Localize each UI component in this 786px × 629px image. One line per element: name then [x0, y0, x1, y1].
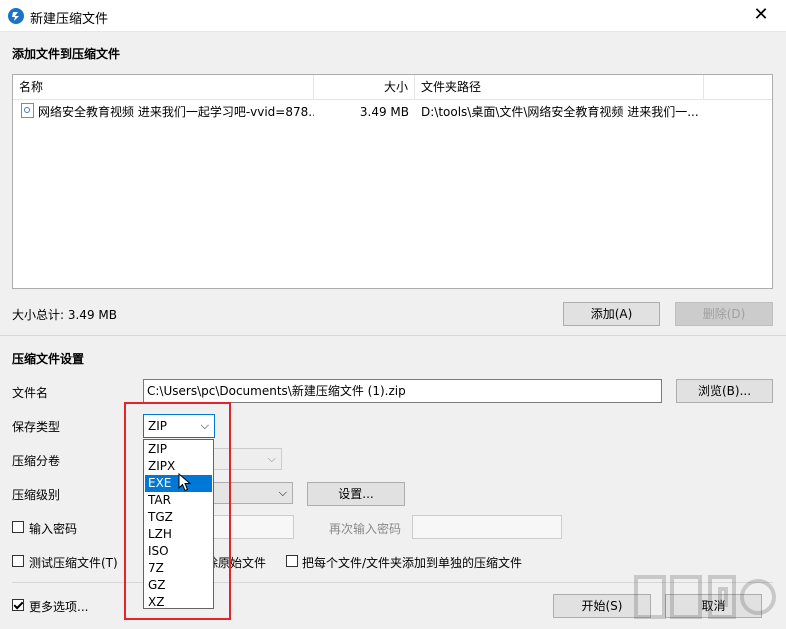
add-files-section-title: 添加文件到压缩文件 [12, 47, 121, 61]
table-row[interactable]: 网络安全教育视频 进来我们一起学习吧-vvid=878... 3.49 MB D… [13, 101, 772, 123]
watermark-logo-icon [634, 575, 776, 619]
column-header-path[interactable]: 文件夹路径 [415, 75, 704, 99]
filename-input[interactable]: C:\Users\pc\Documents\新建压缩文件 (1).zip [143, 379, 662, 403]
settings-section-title: 压缩文件设置 [12, 352, 85, 366]
mouse-cursor-icon [178, 473, 192, 492]
each-separate-label: 把每个文件/文件夹添加到单独的压缩文件 [302, 556, 523, 570]
delete-button[interactable]: 删除(D) [675, 302, 773, 326]
level-settings-button[interactable]: 设置... [307, 482, 405, 506]
total-size-label: 大小总计: 3.49 MB [12, 308, 117, 322]
app-logo-icon [8, 8, 24, 24]
password-label: 输入密码 [29, 522, 78, 536]
column-header-size[interactable]: 大小 [314, 75, 415, 99]
more-options-checkbox[interactable] [12, 599, 24, 611]
add-button[interactable]: 添加(A) [563, 302, 660, 326]
annotation-highlight-box [124, 402, 231, 620]
title-bar: 新建压缩文件 ✕ [0, 0, 786, 32]
password-checkbox[interactable] [12, 521, 24, 533]
column-header-name[interactable]: 名称 [13, 75, 314, 99]
section-divider [0, 335, 786, 336]
password-again-label: 再次输入密码 [329, 522, 402, 536]
test-archive-checkbox[interactable] [12, 555, 24, 567]
filename-label: 文件名 [12, 386, 49, 400]
file-list-header: 名称 大小 文件夹路径 [13, 75, 772, 100]
test-archive-label: 测试压缩文件(T) [29, 556, 118, 570]
browse-button[interactable]: 浏览(B)... [676, 379, 773, 403]
split-label: 压缩分卷 [12, 454, 61, 468]
chevron-down-icon: ⌵ [267, 452, 276, 465]
password-again-input[interactable] [412, 515, 562, 539]
file-path-cell: D:\tools\桌面\文件\网络安全教育视频 进来我们一... [421, 105, 699, 119]
more-options-label: 更多选项... [29, 600, 89, 614]
level-label: 压缩级别 [12, 488, 61, 502]
file-list[interactable]: 名称 大小 文件夹路径 网络安全教育视频 进来我们一起学习吧-vvid=878.… [12, 74, 773, 289]
save-type-label: 保存类型 [12, 420, 61, 434]
video-file-icon [21, 103, 34, 118]
each-separate-checkbox[interactable] [286, 555, 298, 567]
file-name: 网络安全教育视频 进来我们一起学习吧-vvid=878... [38, 105, 314, 119]
file-size-cell: 3.49 MB [359, 105, 409, 119]
window-title: 新建压缩文件 [30, 12, 109, 27]
close-icon[interactable]: ✕ [750, 3, 772, 27]
file-name-cell: 网络安全教育视频 进来我们一起学习吧-vvid=878... [15, 101, 314, 123]
chevron-down-icon: ⌵ [278, 486, 287, 499]
